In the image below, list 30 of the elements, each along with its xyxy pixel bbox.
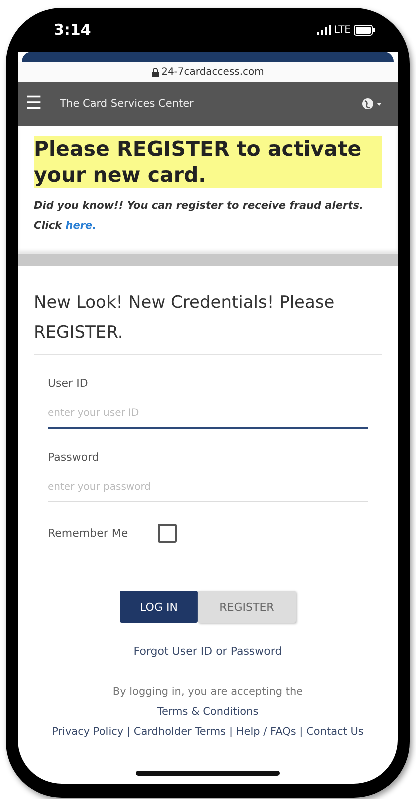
status-time: 3:14 [54,21,92,39]
network-type: LTE [334,24,351,36]
terms-note: By logging in, you are accepting the [112,686,304,698]
footer-link[interactable]: Contact Us [306,726,364,738]
remember-me-label: Remember Me [48,527,128,540]
footer-link[interactable]: Help / FAQs [236,726,296,738]
field-label: Password [48,451,100,464]
link-separator: | [229,726,234,738]
link-separator: | [126,726,131,738]
footer-link[interactable]: Privacy Policy [52,726,124,738]
register-button[interactable]: REGISTER [198,591,296,623]
lock-icon [152,68,159,76]
checkbox[interactable] [158,524,178,543]
input-field[interactable]: enter your user ID [48,396,368,429]
menu-button[interactable]: ☰ [26,95,42,113]
card-heading: New Look! New Credentials! Please REGISTER. [34,288,382,355]
signal-icon [317,25,332,35]
url-text[interactable]: 24-7cardaccess.com [162,66,264,78]
field-label: User ID [48,377,90,390]
register-headline: Please REGISTER to activate your new card. [34,136,382,188]
terms-link[interactable]: Terms & Conditions [157,706,259,718]
fraud-alert-note: Did you know!! You can register to receive fraud alerts. Click here. [34,199,364,234]
link-separator: | [300,726,304,738]
forgot-link[interactable]: Forgot User ID or Password [134,645,282,658]
footer-link[interactable]: Cardholder Terms [134,726,226,738]
log-in-button[interactable]: LOG IN [120,591,198,623]
battery-icon [354,24,376,36]
globe-dropdown-icon[interactable] [362,98,384,110]
site-title: The Card Services Center [60,98,195,110]
here-link[interactable]: here. [66,220,97,232]
